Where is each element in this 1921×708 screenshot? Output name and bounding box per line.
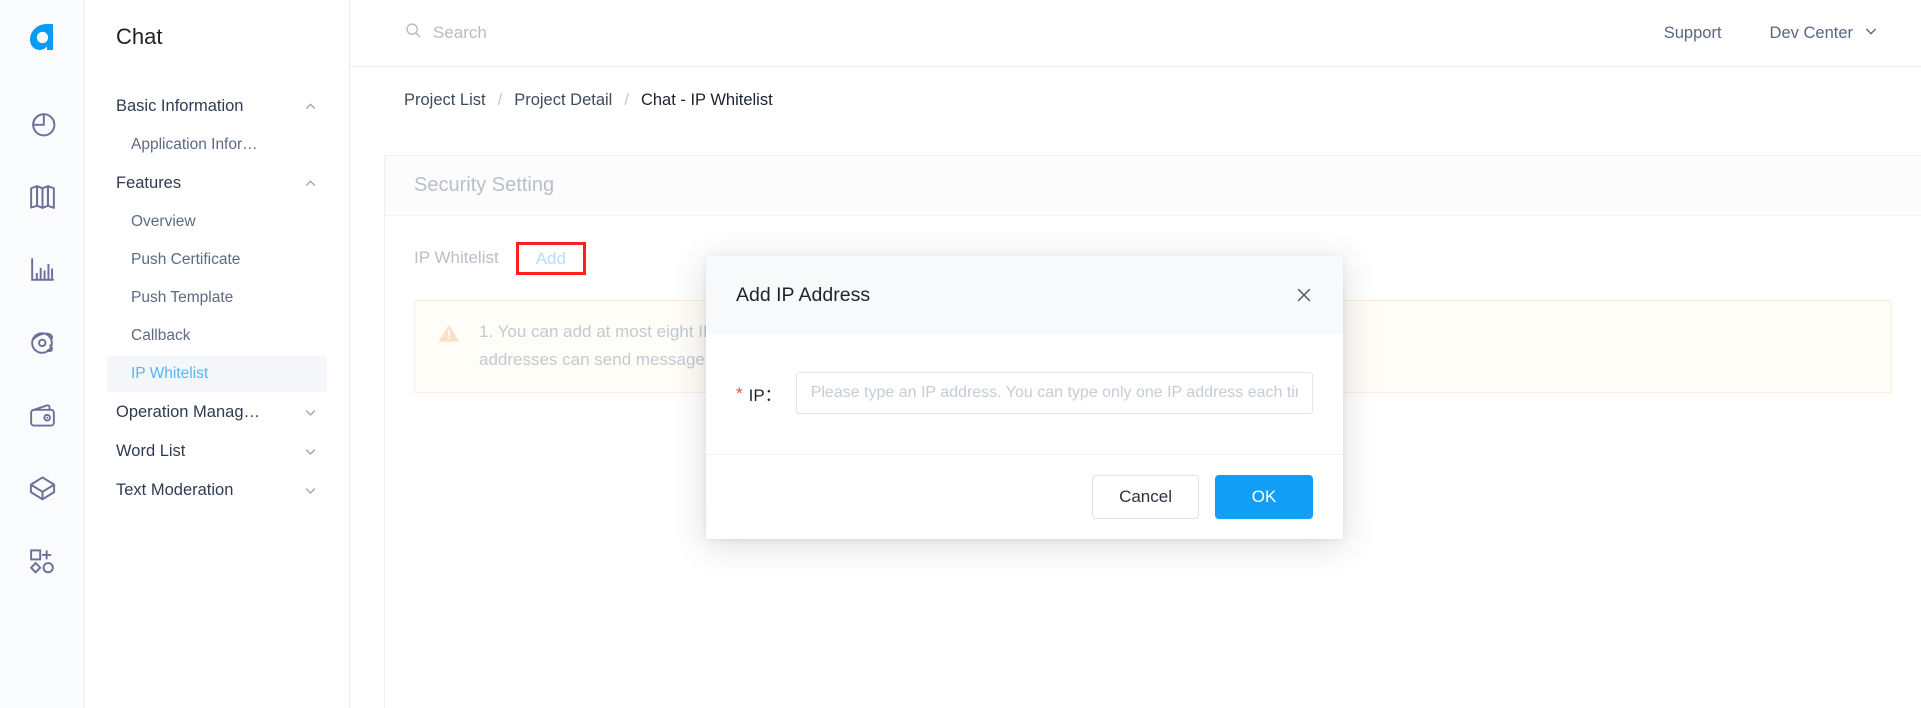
close-icon[interactable]	[1291, 282, 1317, 308]
add-ip-address-dialog: Add IP Address * IP： Cancel OK	[706, 256, 1343, 539]
dialog-header: Add IP Address	[706, 256, 1343, 334]
ip-address-input[interactable]	[795, 372, 1313, 414]
cancel-button[interactable]: Cancel	[1092, 475, 1199, 519]
app-root: Chat Basic Information Application Infor…	[0, 0, 1921, 708]
dialog-title: Add IP Address	[736, 283, 871, 306]
required-mark: *	[736, 383, 743, 403]
ok-button[interactable]: OK	[1215, 475, 1313, 519]
ip-field-label: IP：	[748, 385, 782, 405]
dialog-footer: Cancel OK	[706, 454, 1343, 539]
dialog-body: * IP：	[706, 334, 1343, 454]
